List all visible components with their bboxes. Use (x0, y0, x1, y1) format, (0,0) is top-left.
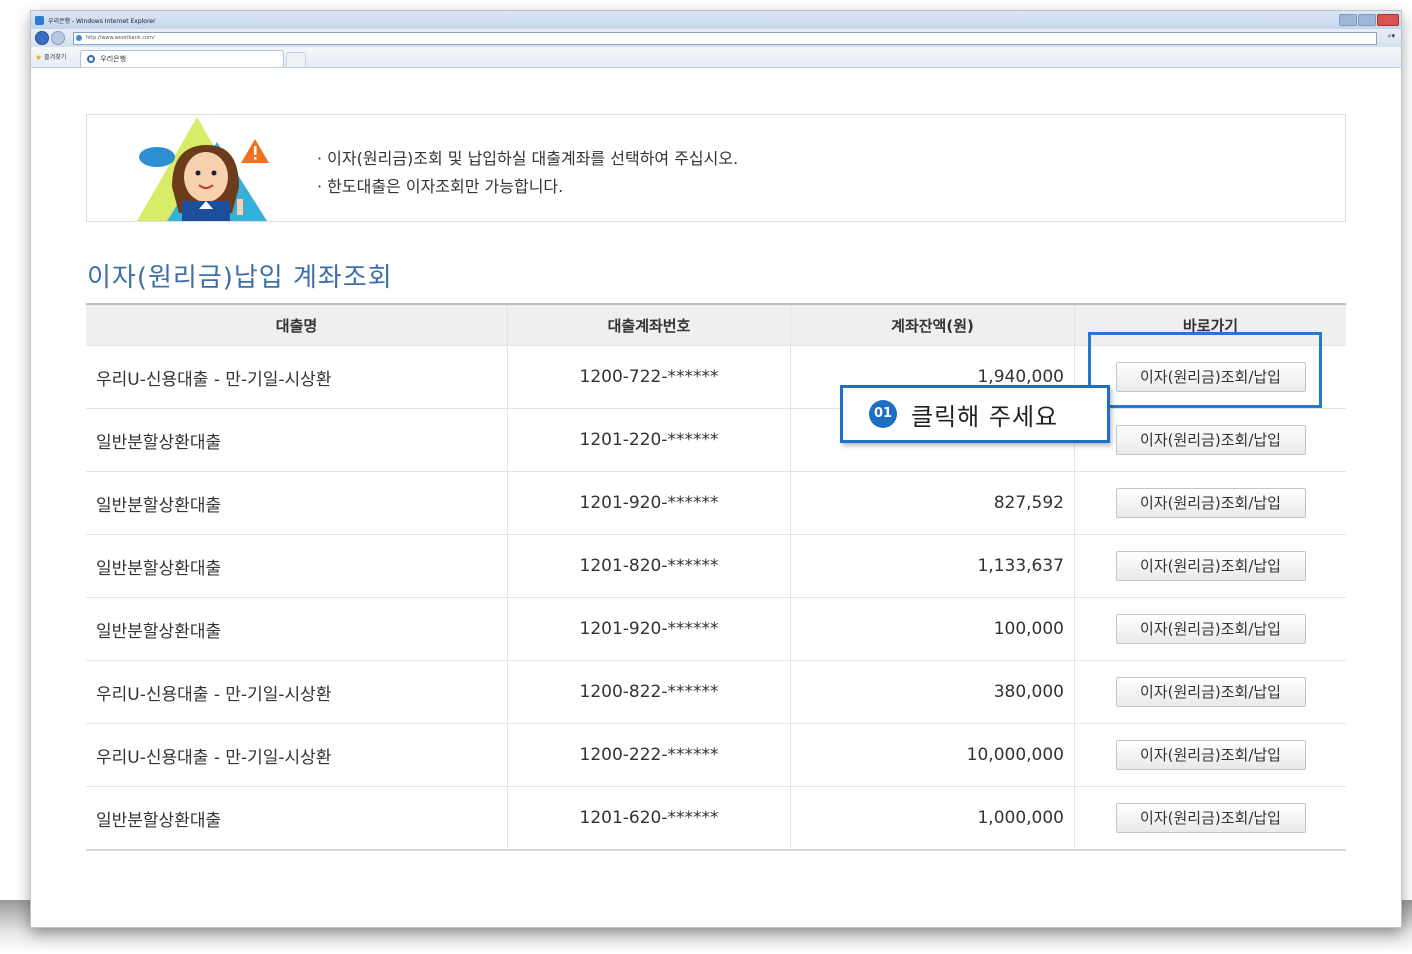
loan-name: 우리U-신용대출 - 만-기일-시상환 (86, 723, 508, 787)
star-icon: ★ (35, 53, 43, 62)
banker-illustration (137, 117, 269, 221)
loan-name: 우리U-신용대출 - 만-기일-시상환 (86, 345, 508, 409)
table-row: 우리U-신용대출 - 만-기일-시상환 1200-822-****** 380,… (86, 660, 1346, 724)
header-shortcut: 바로가기 (1074, 304, 1346, 346)
table-row: 일반분할상환대출 1201-820-****** 1,133,637 이자(원리… (86, 534, 1346, 598)
interest-inquiry-payment-button[interactable]: 이자(원리금)조회/납입 (1115, 677, 1306, 707)
account-balance: 1,000,000 (790, 786, 1075, 850)
maximize-button[interactable] (1358, 14, 1376, 26)
window-title: 우리은행 - Windows Internet Explorer (48, 17, 156, 25)
title-bar: 우리은행 - Windows Internet Explorer (31, 11, 1401, 29)
account-number: 1200-722-****** (507, 345, 791, 409)
loan-name: 일반분할상환대출 (86, 534, 508, 598)
forward-button[interactable] (51, 31, 65, 45)
header-account-number: 대출계좌번호 (507, 304, 791, 346)
new-tab-button[interactable] (286, 52, 307, 67)
woori-logo-icon (87, 55, 96, 63)
table-row: 우리U-신용대출 - 만-기일-시상환 1200-722-****** 1,94… (86, 345, 1346, 409)
account-balance: 100,000 (790, 597, 1075, 661)
page-title: 이자(원리금)납입 계좌조회 (87, 263, 393, 293)
interest-inquiry-payment-button[interactable]: 이자(원리금)조회/납입 (1115, 488, 1306, 518)
table-row: 일반분할상환대출 1201-220-****** 이자(원리금)조회/납입 (86, 408, 1346, 472)
callout-text: 클릭해 주세요 (911, 402, 1059, 431)
address-url: http://www.wooribank.com/ (86, 34, 155, 41)
close-button[interactable] (1377, 14, 1399, 26)
favorites-button[interactable]: 즐겨찾기 (44, 52, 66, 61)
table-row: 우리U-신용대출 - 만-기일-시상환 1200-222-****** 10,0… (86, 723, 1346, 787)
loan-name: 우리U-신용대출 - 만-기일-시상환 (86, 660, 508, 724)
notice-line-2: 한도대출은 이자조회만 가능합니다. (317, 173, 738, 201)
table-row: 일반분할상환대출 1201-620-****** 1,000,000 이자(원리… (86, 786, 1346, 850)
notice-text: 이자(원리금)조회 및 납입하실 대출계좌를 선택하여 주십시오. 한도대출은 … (317, 145, 738, 201)
account-number: 1201-820-****** (507, 534, 791, 598)
account-balance: 10,000,000 (790, 723, 1075, 787)
account-number: 1201-620-****** (507, 786, 791, 850)
page-icon (76, 34, 82, 41)
loan-name: 일반분할상환대출 (86, 471, 508, 535)
click-here-callout: 01 클릭해 주세요 (840, 385, 1110, 443)
back-button[interactable] (35, 31, 49, 45)
ie-icon (35, 15, 44, 25)
search-icon[interactable]: ⌕▾ (1388, 32, 1395, 41)
address-input[interactable]: http://www.wooribank.com/ (73, 31, 1377, 45)
table-row: 일반분할상환대출 1201-920-****** 827,592 이자(원리금)… (86, 471, 1346, 535)
window-controls (1339, 14, 1399, 26)
loan-account-table: 대출명 대출계좌번호 계좌잔액(원) 바로가기 우리U-신용대출 - 만-기일-… (86, 303, 1346, 851)
account-number: 1201-920-****** (507, 471, 791, 535)
interest-inquiry-payment-button[interactable]: 이자(원리금)조회/납입 (1115, 614, 1306, 644)
browser-window: 우리은행 - Windows Internet Explorer http://… (30, 10, 1402, 928)
account-balance: 827,592 (790, 471, 1075, 535)
loan-name: 일반분할상환대출 (86, 408, 508, 472)
account-number: 1200-222-****** (507, 723, 791, 787)
account-balance: 380,000 (790, 660, 1075, 724)
address-bar-row: http://www.wooribank.com/ ⌕▾ (31, 29, 1401, 47)
table-header-row: 대출명 대출계좌번호 계좌잔액(원) 바로가기 (86, 304, 1346, 346)
tab-label: 우리은행 (100, 55, 127, 63)
notice-line-1: 이자(원리금)조회 및 납입하실 대출계좌를 선택하여 주십시오. (317, 145, 738, 173)
interest-inquiry-payment-button[interactable]: 이자(원리금)조회/납입 (1115, 803, 1306, 833)
favorites-bar: ★ 즐겨찾기 우리은행 (31, 47, 1401, 68)
minimize-button[interactable] (1339, 14, 1357, 26)
header-balance: 계좌잔액(원) (790, 304, 1075, 346)
account-number: 1200-822-****** (507, 660, 791, 724)
step-badge: 01 (869, 400, 897, 428)
loan-name: 일반분할상환대출 (86, 786, 508, 850)
interest-inquiry-payment-button[interactable]: 이자(원리금)조회/납입 (1115, 740, 1306, 770)
browser-tab[interactable]: 우리은행 (80, 50, 285, 67)
loan-name: 일반분할상환대출 (86, 597, 508, 661)
table-row: 일반분할상환대출 1201-920-****** 100,000 이자(원리금)… (86, 597, 1346, 661)
notice-box: 이자(원리금)조회 및 납입하실 대출계좌를 선택하여 주십시오. 한도대출은 … (86, 114, 1346, 222)
interest-inquiry-payment-button[interactable]: 이자(원리금)조회/납입 (1115, 362, 1306, 392)
account-number: 1201-920-****** (507, 597, 791, 661)
account-number: 1201-220-****** (507, 408, 791, 472)
interest-inquiry-payment-button[interactable]: 이자(원리금)조회/납입 (1115, 425, 1306, 455)
account-balance: 1,133,637 (790, 534, 1075, 598)
header-loan-name: 대출명 (86, 304, 508, 346)
interest-inquiry-payment-button[interactable]: 이자(원리금)조회/납입 (1115, 551, 1306, 581)
